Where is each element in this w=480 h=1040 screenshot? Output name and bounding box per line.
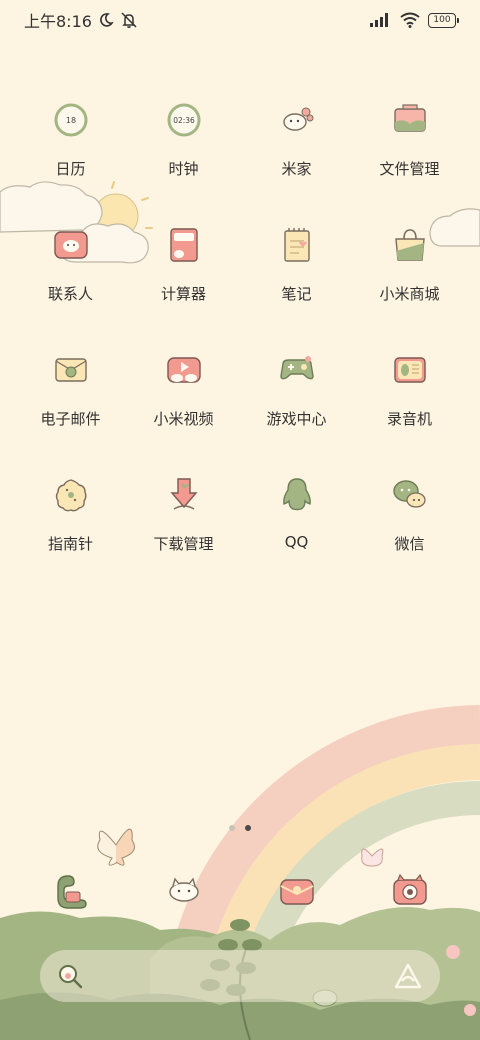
app-label: 录音机 xyxy=(386,410,432,428)
calendar-date: 18 xyxy=(65,116,75,125)
app-download-manager[interactable]: 下载管理 xyxy=(127,473,240,554)
battery-indicator: 100 xyxy=(428,12,459,28)
app-game-center[interactable]: 游戏中心 xyxy=(240,348,353,429)
app-label: 日历 xyxy=(55,160,86,178)
app-wechat[interactable]: 微信 xyxy=(353,473,466,554)
camera-icon[interactable] xyxy=(388,868,432,912)
app-label: 计算器 xyxy=(160,285,206,303)
email-icon xyxy=(54,358,87,382)
app-label: 文件管理 xyxy=(379,160,440,178)
download-manager-icon xyxy=(169,478,198,510)
mi-store-icon xyxy=(394,229,425,261)
app-label: 电子邮件 xyxy=(40,410,101,428)
app-qq[interactable]: QQ xyxy=(240,473,353,551)
app-notes[interactable]: 笔记 xyxy=(240,223,353,304)
app-recorder[interactable]: 录音机 xyxy=(353,348,466,429)
messages-icon[interactable] xyxy=(275,868,319,912)
app-clock[interactable]: 02:36 时钟 xyxy=(127,98,240,179)
wechat-icon xyxy=(392,480,426,508)
recorder-icon xyxy=(393,357,426,383)
app-label: 笔记 xyxy=(281,285,312,303)
status-time: 上午8:16 xyxy=(24,12,92,31)
app-label: QQ xyxy=(284,533,309,551)
search-bar[interactable] xyxy=(40,950,440,1002)
status-right: 100 xyxy=(370,12,459,28)
compass-icon xyxy=(55,479,86,512)
app-label: 下载管理 xyxy=(153,535,214,553)
app-label: 小米商城 xyxy=(379,285,440,303)
qq-icon xyxy=(282,478,311,511)
app-compass[interactable]: 指南针 xyxy=(14,473,127,554)
contacts-icon xyxy=(53,231,88,259)
moon-icon xyxy=(100,13,114,27)
app-label: 联系人 xyxy=(47,285,93,303)
app-contacts[interactable]: 联系人 xyxy=(14,223,127,304)
assistant-icon[interactable] xyxy=(394,963,422,989)
calculator-icon xyxy=(169,228,198,262)
app-mijia[interactable]: 米家 xyxy=(240,98,353,179)
signal-icon xyxy=(370,13,388,27)
status-bar: 上午8:16 100 xyxy=(0,0,480,40)
app-label: 时钟 xyxy=(168,160,199,178)
clock-icon: 02:36 xyxy=(167,103,200,137)
app-email[interactable]: 电子邮件 xyxy=(14,348,127,429)
app-label: 微信 xyxy=(394,535,425,553)
app-label: 小米视频 xyxy=(153,410,214,428)
mute-bell-icon xyxy=(121,12,137,28)
app-file-manager[interactable]: 文件管理 xyxy=(353,98,466,179)
search-icon[interactable] xyxy=(56,962,84,990)
mijia-icon xyxy=(282,107,313,131)
app-mi-video[interactable]: 小米视频 xyxy=(127,348,240,429)
status-left: 上午8:16 xyxy=(24,8,138,32)
clock-time: 02:36 xyxy=(173,116,195,125)
app-label: 指南针 xyxy=(47,535,93,553)
app-calendar[interactable]: 18 日历 xyxy=(14,98,127,179)
file-manager-icon xyxy=(393,104,426,132)
wifi-icon xyxy=(400,12,420,28)
app-label: 米家 xyxy=(281,160,312,178)
mi-video-icon xyxy=(166,357,201,383)
app-calculator[interactable]: 计算器 xyxy=(127,223,240,304)
page-indicator xyxy=(0,825,480,831)
app-label: 游戏中心 xyxy=(266,410,327,428)
page-dot-active[interactable] xyxy=(245,825,251,831)
page-dot[interactable] xyxy=(229,825,235,831)
phone-icon[interactable] xyxy=(50,868,94,912)
app-mi-store[interactable]: 小米商城 xyxy=(353,223,466,304)
game-center-icon xyxy=(279,356,314,380)
notes-icon xyxy=(283,228,310,262)
cat-icon[interactable] xyxy=(162,868,206,912)
calendar-icon: 18 xyxy=(54,103,87,137)
